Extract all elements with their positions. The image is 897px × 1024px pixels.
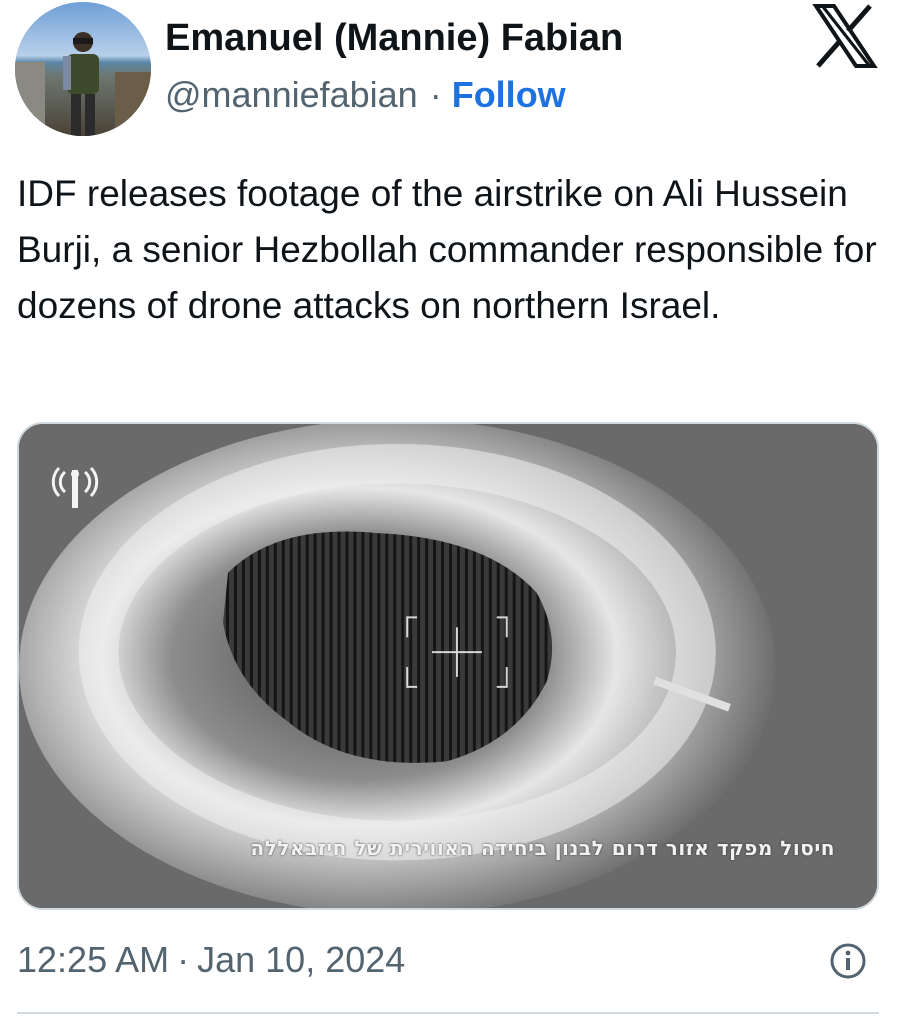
video-caption: חיסול מפקד אזור דרום לבנון ביחידה האוויר…	[250, 836, 835, 860]
author-handle-row: @manniefabian · Follow	[165, 70, 566, 120]
author-avatar[interactable]	[15, 2, 151, 136]
author-handle[interactable]: @manniefabian	[165, 74, 418, 115]
tweet-text: IDF releases footage of the airstrike on…	[17, 173, 877, 326]
x-logo-icon[interactable]	[812, 4, 878, 68]
tweet-timestamp[interactable]: 12:25 AM · Jan 10, 2024	[17, 934, 405, 986]
tweet-date: Jan 10, 2024	[197, 939, 406, 980]
footer-divider	[17, 1012, 879, 1014]
timestamp-separator: ·	[177, 939, 190, 980]
idf-spokesperson-icon	[51, 466, 99, 508]
follow-button[interactable]: Follow	[452, 74, 566, 115]
avatar-photo	[15, 2, 151, 136]
info-icon[interactable]	[829, 942, 867, 980]
tweet-media[interactable]: חיסול מפקד אזור דרום לבנון ביחידה האוויר…	[17, 422, 879, 910]
tweet-time: 12:25 AM	[17, 939, 170, 980]
handle-separator: ·	[429, 74, 442, 115]
author-display-name[interactable]: Emanuel (Mannie) Fabian	[165, 14, 623, 62]
